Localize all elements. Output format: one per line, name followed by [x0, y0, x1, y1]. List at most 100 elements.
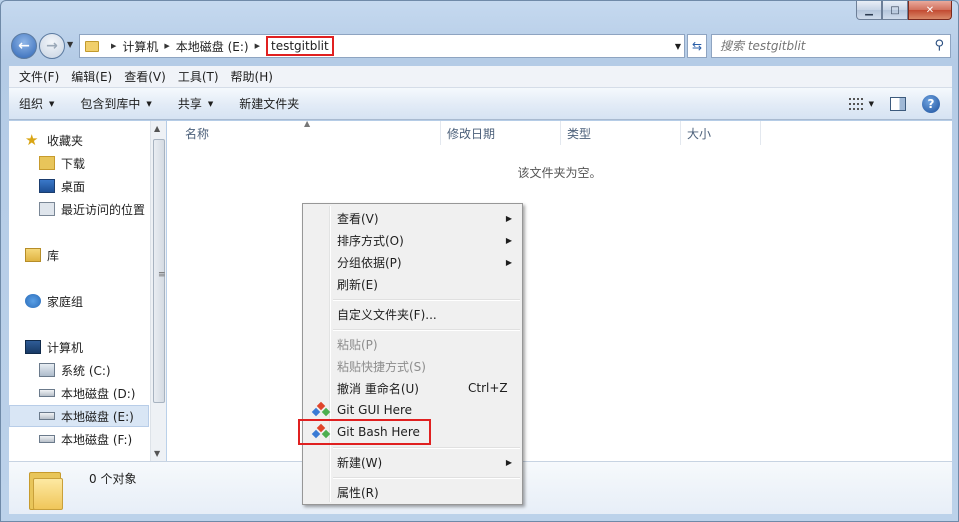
nav-favorites[interactable]: ★ 收藏夹 — [25, 129, 83, 151]
chevron-right-icon: ▶ — [254, 42, 260, 50]
minimize-button[interactable]: ▁ — [856, 1, 882, 20]
ctx-view[interactable]: 查看(V) ▶ — [305, 207, 520, 229]
nav-recent-places[interactable]: 最近访问的位置 — [39, 198, 145, 220]
close-button[interactable]: ✕ — [908, 1, 952, 20]
nav-drive-f[interactable]: 本地磁盘 (F:) — [39, 428, 132, 450]
chevron-down-icon: ▼ — [207, 99, 214, 108]
homegroup-icon — [25, 294, 41, 308]
menu-edit[interactable]: 编辑(E) — [65, 68, 118, 85]
chevron-down-icon[interactable]: ▼ — [869, 100, 874, 108]
empty-folder-message: 该文件夹为空。 — [517, 166, 602, 180]
ctx-refresh[interactable]: 刷新(E) — [305, 273, 520, 295]
ctx-label: 粘贴(P) — [337, 337, 378, 352]
share-button[interactable]: 共享 ▼ — [178, 95, 213, 112]
nav-drive-e[interactable]: 本地磁盘 (E:) — [9, 405, 149, 427]
column-type[interactable]: 类型 — [561, 121, 681, 145]
ctx-undo-rename[interactable]: 撤消 重命名(U) Ctrl+Z — [305, 377, 520, 399]
column-name[interactable]: 名称 — [179, 121, 441, 145]
nav-computer[interactable]: 计算机 — [25, 336, 83, 358]
ctx-label: 粘贴快捷方式(S) — [337, 359, 426, 374]
forward-arrow-icon: → — [46, 38, 58, 54]
recent-pages-dropdown[interactable]: ▼ — [67, 40, 73, 49]
ctx-separator — [333, 477, 520, 479]
ctx-git-gui-here[interactable]: Git GUI Here — [305, 399, 520, 421]
search-box[interactable]: ⚲ — [711, 34, 951, 58]
scrollbar-thumb[interactable]: ≡ — [153, 139, 166, 403]
menu-file[interactable]: 文件(F) — [13, 68, 65, 85]
column-date-modified[interactable]: 修改日期 — [441, 121, 561, 145]
menu-tools[interactable]: 工具(T) — [172, 68, 225, 85]
breadcrumb-current-folder[interactable]: testgitblit — [266, 35, 334, 57]
breadcrumb-computer[interactable]: 计算机 ▶ — [122, 35, 175, 57]
context-menu: 查看(V) ▶ 排序方式(O) ▶ 分组依据(P) ▶ 刷新(E) 自定义文件夹… — [298, 203, 523, 505]
chevron-down-icon[interactable]: ▼ — [675, 42, 681, 51]
include-in-library-button[interactable]: 包含到库中 ▼ — [80, 95, 151, 112]
refresh-button[interactable]: ⇆ — [687, 34, 707, 58]
include-in-library-label: 包含到库中 — [80, 97, 141, 111]
column-size[interactable]: 大小 — [681, 121, 761, 145]
recent-places-icon — [39, 202, 55, 216]
scroll-up-icon[interactable]: ▲ — [154, 124, 160, 133]
ctx-label: Git GUI Here — [337, 403, 413, 417]
address-bar[interactable]: ▶ 计算机 ▶ 本地磁盘 (E:) ▶ testgitblit ▼ — [79, 34, 685, 58]
preview-pane-icon[interactable] — [890, 97, 906, 111]
nav-label: 最近访问的位置 — [61, 202, 146, 217]
nav-downloads[interactable]: 下载 — [39, 152, 85, 174]
back-button[interactable]: ← — [11, 33, 37, 59]
ctx-properties[interactable]: 属性(R) — [305, 481, 520, 503]
chevron-right-icon: ▶ — [111, 42, 117, 50]
chevron-down-icon: ▼ — [146, 99, 152, 108]
column-label: 大小 — [687, 126, 712, 141]
menu-help[interactable]: 帮助(H) — [225, 68, 279, 85]
submenu-arrow-icon: ▶ — [505, 235, 512, 245]
navigation-row: ← → ▼ ▶ 计算机 ▶ 本地磁盘 (E:) ▶ testgitblit ▼ … — [9, 31, 951, 61]
nav-label: 系统 (C:) — [61, 363, 111, 378]
column-label: 名称 — [185, 126, 210, 141]
folder-icon — [29, 468, 67, 510]
git-icon — [311, 423, 331, 439]
nav-scrollbar[interactable]: ▲ ≡ ▼ — [150, 121, 166, 461]
grip-icon: ≡ — [158, 270, 166, 280]
search-icon[interactable]: ⚲ — [934, 38, 944, 53]
breadcrumb-drive-e[interactable]: 本地磁盘 (E:) ▶ — [176, 35, 266, 57]
nav-desktop[interactable]: 桌面 — [39, 175, 85, 197]
nav-drive-d[interactable]: 本地磁盘 (D:) — [39, 382, 135, 404]
ctx-group-by[interactable]: 分组依据(P) ▶ — [305, 251, 520, 273]
nav-drive-c[interactable]: 系统 (C:) — [39, 359, 111, 381]
file-list[interactable]: ▲ 名称 修改日期 类型 大小 该文件夹为空。 — [167, 119, 952, 461]
ctx-separator — [333, 329, 520, 331]
submenu-arrow-icon: ▶ — [505, 257, 512, 267]
item-count: 0 个对象 — [89, 472, 137, 486]
ctx-customize-folder[interactable]: 自定义文件夹(F)... — [305, 303, 520, 325]
nav-label: 本地磁盘 (D:) — [61, 386, 136, 401]
nav-libraries[interactable]: 库 — [25, 244, 59, 266]
share-label: 共享 — [177, 97, 202, 111]
ctx-new[interactable]: 新建(W) ▶ — [305, 451, 520, 473]
organize-label: 组织 — [19, 97, 44, 111]
submenu-arrow-icon: ▶ — [505, 457, 512, 467]
change-view-icon[interactable] — [848, 98, 863, 110]
breadcrumb-label: 本地磁盘 (E:) — [175, 39, 249, 54]
nav-label: 家庭组 — [47, 294, 84, 309]
nav-label: 收藏夹 — [47, 133, 84, 148]
library-icon — [25, 248, 41, 262]
forward-button[interactable]: → — [39, 33, 65, 59]
nav-homegroup[interactable]: 家庭组 — [25, 290, 83, 312]
breadcrumb-root-arrow[interactable]: ▶ — [105, 35, 122, 57]
ctx-sort-by[interactable]: 排序方式(O) ▶ — [305, 229, 520, 251]
new-folder-button[interactable]: 新建文件夹 — [239, 95, 299, 112]
search-input[interactable] — [720, 39, 920, 53]
column-label: 类型 — [567, 126, 592, 141]
ctx-git-bash-here[interactable]: Git Bash Here — [298, 419, 431, 445]
new-folder-label: 新建文件夹 — [239, 97, 300, 111]
scroll-down-icon[interactable]: ▼ — [154, 449, 160, 458]
folder-icon — [85, 40, 99, 52]
breadcrumb-label: 计算机 — [122, 39, 159, 54]
maximize-button[interactable]: □ — [882, 1, 908, 20]
navigation-pane: ★ 收藏夹 下载 桌面 最近访问的位置 库 家庭组 计算机 系统 (C:) 本地… — [9, 121, 150, 461]
menu-view[interactable]: 查看(V) — [118, 68, 172, 85]
drive-icon — [39, 435, 55, 443]
ctx-separator — [333, 299, 520, 301]
organize-button[interactable]: 组织 ▼ — [19, 95, 54, 112]
help-icon[interactable]: ? — [922, 95, 940, 113]
